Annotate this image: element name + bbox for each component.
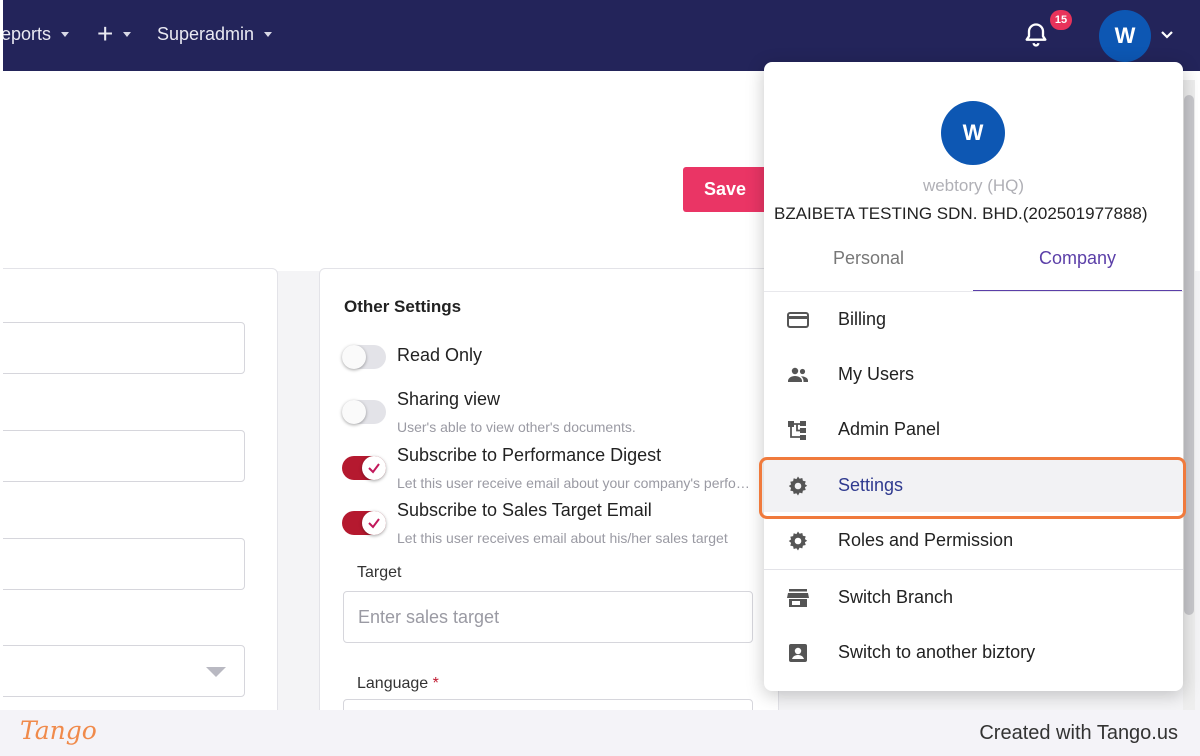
account-dropdown-menu: W webtory (HQ) BZAIBETA TESTING SDN. BHD… xyxy=(764,62,1183,691)
target-label: Target xyxy=(357,564,402,581)
gear-icon xyxy=(788,531,808,551)
sharing-view-description: User's able to view other's documents. xyxy=(397,419,636,435)
required-mark: * xyxy=(432,675,439,692)
plus-icon: + xyxy=(97,18,114,49)
sales-target-label: Subscribe to Sales Target Email xyxy=(397,500,652,520)
sales-target-description: Let this user receives email about his/h… xyxy=(397,530,728,546)
profile-field-1[interactable] xyxy=(0,322,245,374)
credit-card-icon xyxy=(787,312,809,328)
profile-field-2[interactable] xyxy=(0,430,245,482)
nav-reports[interactable]: Reports xyxy=(0,24,70,45)
performance-digest-label: Subscribe to Performance Digest xyxy=(397,445,662,465)
tab-personal[interactable]: Personal xyxy=(764,247,973,292)
profile-select[interactable] xyxy=(0,645,245,697)
menu-item-admin-panel[interactable]: Admin Panel xyxy=(764,404,1183,456)
nav-superadmin[interactable]: Superadmin xyxy=(157,24,273,45)
menu-item-roles-permission[interactable]: Roles and Permission xyxy=(764,515,1183,567)
chevron-down-icon[interactable] xyxy=(1160,28,1174,42)
other-settings-title: Other Settings xyxy=(344,297,462,316)
other-settings-card: Other Settings Read Only Sharing view Us… xyxy=(319,268,779,751)
users-icon xyxy=(788,367,808,382)
menu-item-label: Switch to another biztory xyxy=(838,642,1036,662)
check-icon xyxy=(362,511,386,535)
dropdown-arrow-icon xyxy=(206,667,226,677)
menu-item-my-users[interactable]: My Users xyxy=(764,349,1183,401)
chevron-down-icon xyxy=(61,32,70,37)
performance-digest-toggle[interactable] xyxy=(342,456,386,480)
performance-digest-description: Let this user receive email about your c… xyxy=(397,475,753,491)
menu-item-billing[interactable]: Billing xyxy=(764,294,1183,346)
check-icon xyxy=(362,456,386,480)
sharing-view-toggle[interactable] xyxy=(342,400,386,424)
menu-item-label: Roles and Permission xyxy=(838,530,1014,550)
tab-company[interactable]: Company xyxy=(973,247,1182,292)
tab-divider xyxy=(764,291,1183,292)
store-icon xyxy=(787,589,809,607)
menu-item-switch-branch[interactable]: Switch Branch xyxy=(764,572,1183,624)
menu-item-label: Admin Panel xyxy=(838,419,941,439)
profile-card xyxy=(0,268,278,728)
read-only-label: Read Only xyxy=(397,345,483,365)
menu-item-switch-biztory[interactable]: Switch to another biztory xyxy=(764,627,1183,679)
menu-item-label: My Users xyxy=(838,364,914,384)
account-box-icon xyxy=(789,644,807,662)
company-name: BZAIBETA TESTING SDN. BHD.(202501977888) xyxy=(774,204,1148,223)
chevron-down-icon xyxy=(123,31,132,37)
top-nav-bar: Reports + Superadmin 15 W xyxy=(0,0,1200,71)
screen: Reports + Superadmin 15 W Save xyxy=(0,0,1200,756)
bell-icon[interactable] xyxy=(1022,20,1050,50)
read-only-toggle[interactable] xyxy=(342,345,386,369)
tango-footer: Tango Created with Tango.us xyxy=(0,710,1200,756)
sales-target-input[interactable]: Enter sales target xyxy=(343,591,753,643)
save-button[interactable]: Save xyxy=(683,167,767,212)
menu-divider xyxy=(764,569,1183,570)
notification-badge: 15 xyxy=(1050,10,1072,30)
toggle-knob xyxy=(342,345,366,369)
nav-superadmin-label: Superadmin xyxy=(157,24,255,44)
language-label-text: Language xyxy=(357,675,429,692)
menu-avatar: W xyxy=(941,101,1005,165)
branch-name: webtory (HQ) xyxy=(922,176,1025,195)
toggle-knob xyxy=(342,400,366,424)
chevron-down-icon xyxy=(264,32,273,37)
menu-item-label: Switch Branch xyxy=(838,587,954,607)
sales-target-toggle[interactable] xyxy=(342,511,386,535)
tango-logo: Tango xyxy=(20,716,97,745)
sharing-view-label: Sharing view xyxy=(397,389,501,409)
frame-edge xyxy=(0,0,3,710)
user-avatar[interactable]: W xyxy=(1099,10,1151,62)
nav-add[interactable]: + xyxy=(97,18,132,49)
scrollbar-thumb[interactable] xyxy=(1184,95,1194,615)
tango-credit: Created with Tango.us xyxy=(979,722,1178,744)
nav-reports-label: Reports xyxy=(0,24,52,44)
profile-field-3[interactable] xyxy=(0,538,245,590)
menu-item-label: Billing xyxy=(838,309,887,329)
language-label: Language * xyxy=(357,675,439,693)
hierarchy-icon xyxy=(788,421,806,440)
settings-highlight-annotation xyxy=(759,457,1186,519)
